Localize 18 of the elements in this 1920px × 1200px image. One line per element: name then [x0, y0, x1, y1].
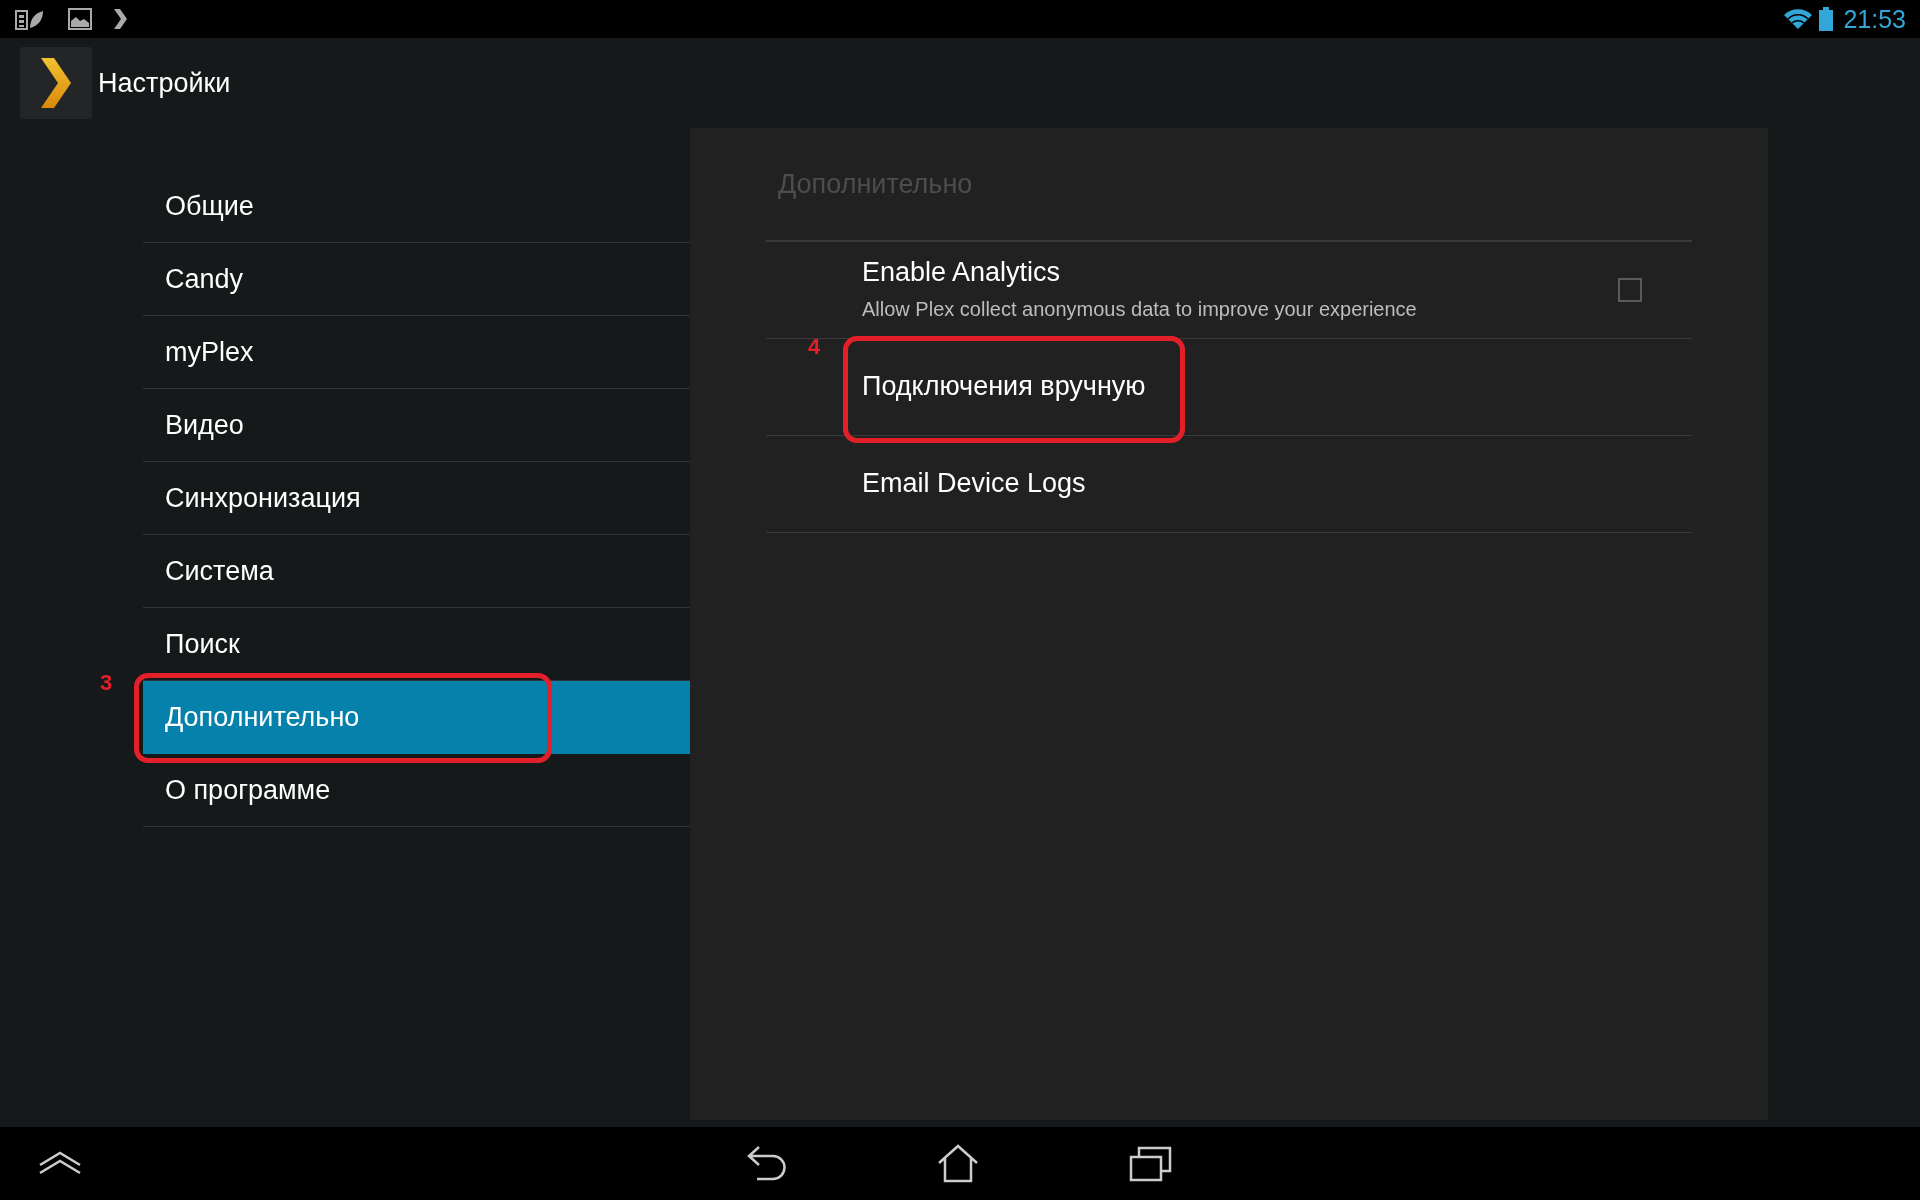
- battery-icon: [1819, 7, 1834, 31]
- clock-time: 21:53: [1843, 6, 1906, 32]
- home-icon[interactable]: [937, 1143, 979, 1183]
- setting-title[interactable]: Подключения вручную: [862, 370, 1642, 404]
- setting-summary: Allow Plex collect anonymous data to improve your experience: [862, 296, 1418, 322]
- annotation-number: 4: [808, 336, 821, 358]
- back-icon[interactable]: [745, 1143, 787, 1183]
- app-logo-icon[interactable]: [20, 47, 92, 119]
- sidebar-item[interactable]: Дополнительно: [143, 681, 690, 754]
- screen-title: Настройки: [98, 66, 231, 100]
- wifi-icon: [1783, 8, 1814, 30]
- setting-title[interactable]: Email Device Logs: [862, 467, 1642, 501]
- battery-leaf-icon: [14, 8, 44, 30]
- setting-title[interactable]: Enable Analytics: [862, 256, 1618, 290]
- chevron-icon: [112, 8, 128, 30]
- checkbox[interactable]: [1618, 278, 1642, 302]
- image-icon: [68, 8, 92, 30]
- annotation-number: 3: [100, 672, 113, 694]
